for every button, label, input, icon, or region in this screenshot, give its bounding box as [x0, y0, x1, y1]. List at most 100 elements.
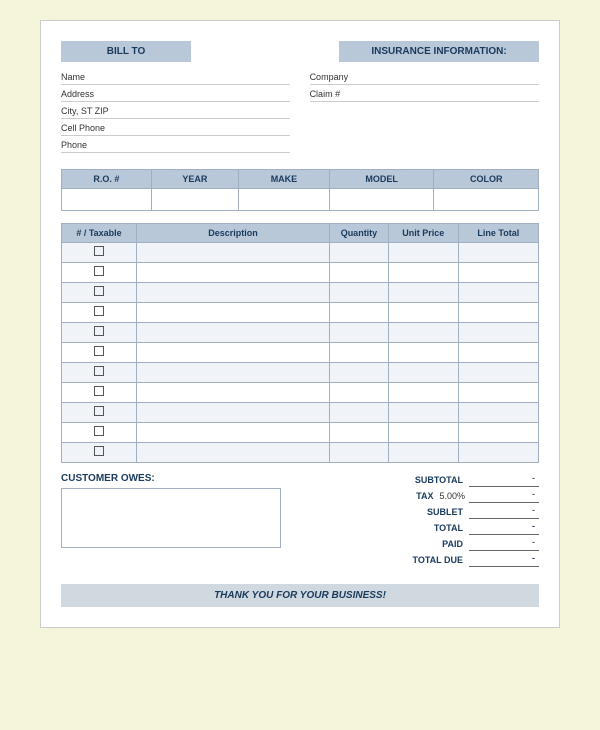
item-unit-cell — [388, 303, 458, 323]
vehicle-col-model: MODEL — [329, 170, 434, 189]
taxable-checkbox[interactable] — [94, 246, 104, 256]
vehicle-cell-year — [151, 189, 238, 211]
items-col-line: Line Total — [458, 224, 538, 243]
table-row — [62, 403, 539, 423]
field-phone: Phone — [61, 140, 290, 153]
tax-label: TAX — [359, 491, 439, 501]
insurance-fields: Company Claim # — [310, 72, 539, 157]
table-row — [62, 343, 539, 363]
taxable-checkbox[interactable] — [94, 346, 104, 356]
bottom-section: CUSTOMER OWES: SUBTOTAL - TAX 5.00% - SU… — [61, 473, 539, 569]
item-line-cell — [458, 323, 538, 343]
table-row — [62, 383, 539, 403]
item-desc-cell — [137, 423, 330, 443]
item-desc-cell — [137, 303, 330, 323]
bill-to-fields: Name Address City, ST ZIP Cell Phone Pho… — [61, 72, 290, 157]
item-unit-cell — [388, 363, 458, 383]
item-num-cell — [62, 423, 137, 443]
item-line-cell — [458, 363, 538, 383]
insurance-header: INSURANCE INFORMATION: — [339, 41, 539, 62]
item-qty-cell — [329, 263, 388, 283]
item-qty-cell — [329, 383, 388, 403]
vehicle-cell-make — [239, 189, 330, 211]
subtotal-row: SUBTOTAL - — [300, 473, 539, 487]
item-desc-cell — [137, 243, 330, 263]
item-desc-cell — [137, 403, 330, 423]
taxable-checkbox[interactable] — [94, 426, 104, 436]
customer-owes-label: CUSTOMER OWES: — [61, 473, 290, 484]
paid-label: PAID — [389, 539, 469, 549]
table-row — [62, 423, 539, 443]
item-unit-cell — [388, 263, 458, 283]
tax-rate: 5.00% — [439, 491, 469, 501]
item-num-cell — [62, 403, 137, 423]
item-line-cell — [458, 243, 538, 263]
table-row — [62, 283, 539, 303]
table-row — [62, 443, 539, 463]
total-due-value: - — [469, 553, 539, 567]
vehicle-col-year: YEAR — [151, 170, 238, 189]
taxable-checkbox[interactable] — [94, 286, 104, 296]
vehicle-col-ro: R.O. # — [62, 170, 152, 189]
item-unit-cell — [388, 383, 458, 403]
total-row: TOTAL - — [300, 521, 539, 535]
item-num-cell — [62, 243, 137, 263]
item-unit-cell — [388, 403, 458, 423]
vehicle-col-make: MAKE — [239, 170, 330, 189]
item-unit-cell — [388, 283, 458, 303]
taxable-checkbox[interactable] — [94, 306, 104, 316]
vehicle-table: R.O. # YEAR MAKE MODEL COLOR — [61, 169, 539, 211]
field-address: Address — [61, 89, 290, 102]
customer-owes-section: CUSTOMER OWES: — [61, 473, 290, 569]
paid-value: - — [469, 537, 539, 551]
paid-row: PAID - — [300, 537, 539, 551]
item-num-cell — [62, 303, 137, 323]
items-col-desc: Description — [137, 224, 330, 243]
tax-row: TAX 5.00% - — [300, 489, 539, 503]
vehicle-col-color: COLOR — [434, 170, 539, 189]
total-label: TOTAL — [389, 523, 469, 533]
total-due-row: TOTAL DUE - — [300, 553, 539, 567]
item-desc-cell — [137, 283, 330, 303]
item-qty-cell — [329, 443, 388, 463]
vehicle-cell-ro — [62, 189, 152, 211]
taxable-checkbox[interactable] — [94, 386, 104, 396]
item-unit-cell — [388, 323, 458, 343]
field-city: City, ST ZIP — [61, 106, 290, 119]
item-desc-cell — [137, 263, 330, 283]
vehicle-row — [62, 189, 539, 211]
items-col-unit: Unit Price — [388, 224, 458, 243]
table-row — [62, 303, 539, 323]
item-num-cell — [62, 363, 137, 383]
item-desc-cell — [137, 443, 330, 463]
items-table: # / Taxable Description Quantity Unit Pr… — [61, 223, 539, 463]
item-num-cell — [62, 323, 137, 343]
item-num-cell — [62, 263, 137, 283]
item-desc-cell — [137, 343, 330, 363]
info-columns: Name Address City, ST ZIP Cell Phone Pho… — [61, 72, 539, 157]
vehicle-cell-color — [434, 189, 539, 211]
item-unit-cell — [388, 243, 458, 263]
item-num-cell — [62, 383, 137, 403]
items-col-qty: Quantity — [329, 224, 388, 243]
taxable-checkbox[interactable] — [94, 366, 104, 376]
table-row — [62, 263, 539, 283]
sublet-value: - — [469, 505, 539, 519]
item-qty-cell — [329, 363, 388, 383]
taxable-checkbox[interactable] — [94, 326, 104, 336]
item-qty-cell — [329, 423, 388, 443]
item-num-cell — [62, 443, 137, 463]
item-qty-cell — [329, 283, 388, 303]
taxable-checkbox[interactable] — [94, 266, 104, 276]
item-num-cell — [62, 343, 137, 363]
subtotal-label: SUBTOTAL — [389, 475, 469, 485]
field-cell: Cell Phone — [61, 123, 290, 136]
footer: THANK YOU FOR YOUR BUSINESS! — [61, 584, 539, 607]
taxable-checkbox[interactable] — [94, 446, 104, 456]
bill-to-header: BILL TO — [61, 41, 191, 62]
taxable-checkbox[interactable] — [94, 406, 104, 416]
item-unit-cell — [388, 443, 458, 463]
tax-value: - — [469, 489, 539, 503]
table-row — [62, 323, 539, 343]
item-desc-cell — [137, 383, 330, 403]
